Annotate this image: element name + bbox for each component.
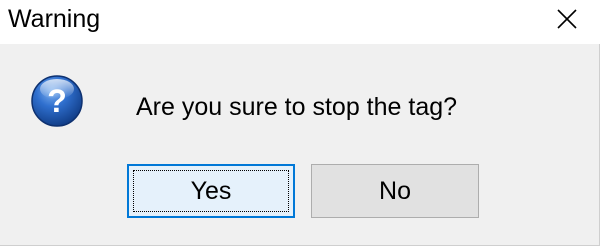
close-icon xyxy=(557,9,577,29)
close-button[interactable] xyxy=(550,4,584,34)
question-icon: ? xyxy=(30,74,84,128)
yes-button[interactable]: Yes xyxy=(127,164,295,218)
title-bar[interactable]: Warning xyxy=(0,0,600,44)
yes-button-label: Yes xyxy=(190,176,232,205)
no-button-label: No xyxy=(379,176,411,205)
svg-text:?: ? xyxy=(47,83,67,119)
dialog-message: Are you sure to stop the tag? xyxy=(136,93,458,121)
no-button[interactable]: No xyxy=(311,164,479,218)
dialog-body: ? Are you sure to stop the tag? Yes No xyxy=(0,44,599,245)
warning-dialog: Warning ? Are you sure to stop the tag? … xyxy=(0,0,600,246)
window-title: Warning xyxy=(8,5,101,33)
